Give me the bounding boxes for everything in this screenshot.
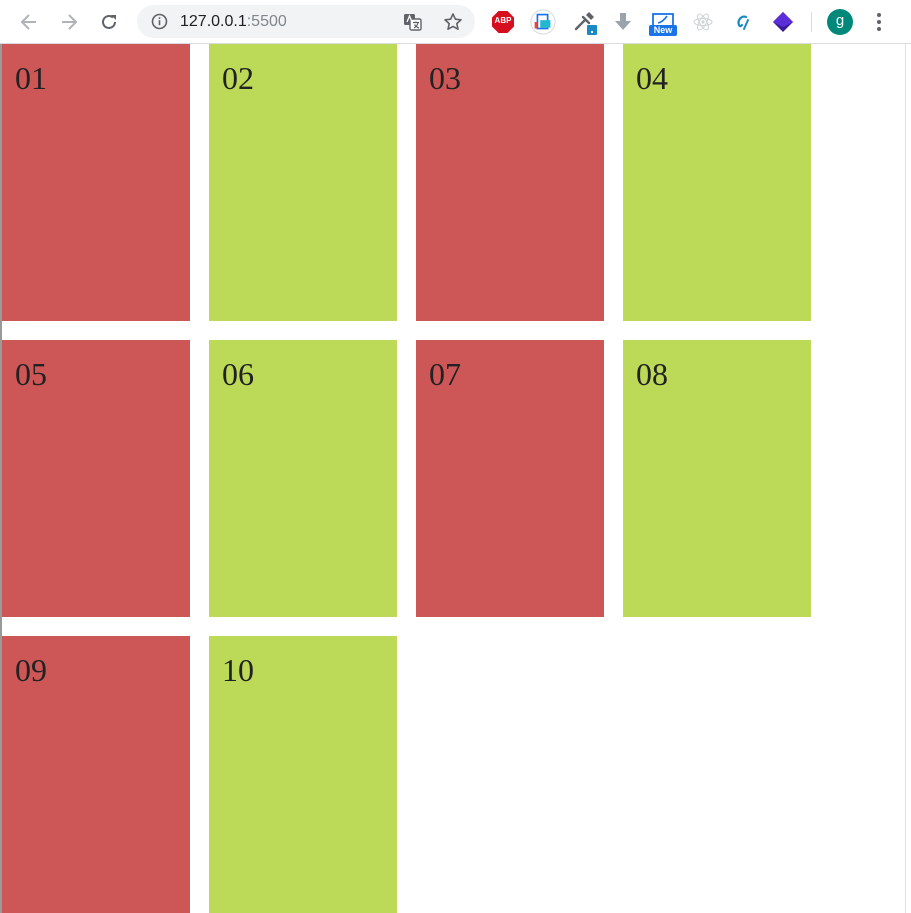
- adblock-label: ABP: [494, 16, 512, 25]
- grid-box: 07: [416, 340, 604, 617]
- grid-box: 02: [209, 44, 397, 321]
- box-label: 09: [15, 652, 47, 688]
- grid-box: 04: [623, 44, 811, 321]
- vertical-dots-icon[interactable]: [870, 10, 888, 34]
- url-text[interactable]: 127.0.0.1:5500: [180, 12, 287, 32]
- window-right-edge: [905, 44, 911, 913]
- grid-box: 06: [209, 340, 397, 617]
- box-label: 08: [636, 356, 668, 392]
- box-label: 03: [429, 60, 461, 96]
- grid-box: 05: [2, 340, 190, 617]
- layers-icon: [773, 12, 793, 32]
- box-label: 02: [222, 60, 254, 96]
- screen-recorder-extension-button[interactable]: [530, 9, 556, 35]
- box-label: 01: [15, 60, 47, 96]
- info-icon[interactable]: [151, 13, 168, 30]
- grid-box: 08: [623, 340, 811, 617]
- box-label: 10: [222, 652, 254, 688]
- download-extension-button[interactable]: [610, 9, 636, 35]
- grid-box: 10: [209, 636, 397, 913]
- box-label: 05: [15, 356, 47, 392]
- download-arrow-icon: [615, 13, 631, 30]
- arrow-left-icon: [20, 14, 36, 30]
- reload-button[interactable]: [96, 9, 122, 35]
- react-devtools-extension-button[interactable]: [690, 9, 716, 35]
- arrow-right-icon: [62, 14, 78, 30]
- translate-icon[interactable]: [403, 13, 423, 31]
- page-viewport: 01 02 03 04 05 06 07 08 09 10: [0, 44, 911, 913]
- new-badge: New: [649, 25, 677, 36]
- reload-icon: [102, 14, 116, 29]
- url-host: 127.0.0.1: [180, 13, 247, 30]
- screen-recorder-icon: [530, 9, 556, 35]
- toolbar-divider: [811, 12, 812, 32]
- box-grid: 01 02 03 04 05 06 07 08 09 10: [2, 44, 811, 913]
- star-icon[interactable]: [443, 12, 463, 32]
- react-icon: [693, 13, 713, 31]
- box-label: 04: [636, 60, 668, 96]
- layers-extension-button[interactable]: [770, 9, 796, 35]
- screenshot-extension-button[interactable]: New: [649, 9, 677, 36]
- grid-box: 09: [2, 636, 190, 913]
- box-label: 06: [222, 356, 254, 392]
- profile-avatar[interactable]: g: [827, 9, 853, 35]
- curl-extension-button[interactable]: [730, 9, 756, 35]
- grid-box: 03: [416, 44, 604, 321]
- browser-toolbar: 127.0.0.1:5500 ABP New g: [0, 0, 911, 44]
- url-port: :5500: [246, 13, 287, 30]
- address-bar[interactable]: 127.0.0.1:5500: [137, 5, 475, 38]
- adblock-extension-button[interactable]: ABP: [490, 9, 516, 35]
- forward-button[interactable]: [56, 9, 82, 35]
- grid-box: 01: [2, 44, 190, 321]
- back-button[interactable]: [16, 9, 42, 35]
- box-label: 07: [429, 356, 461, 392]
- eyedropper-icon: [574, 12, 597, 35]
- curl-icon: [737, 15, 749, 30]
- color-picker-extension-button[interactable]: [572, 9, 598, 35]
